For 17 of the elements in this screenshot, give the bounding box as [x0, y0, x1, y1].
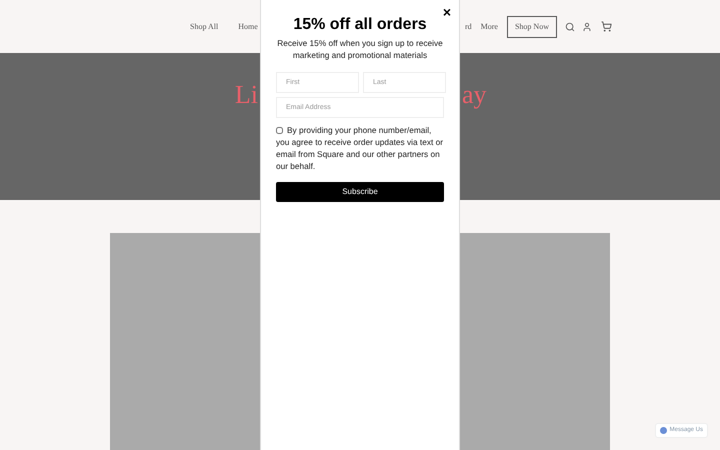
popup-description: Receive 15% off when you sign up to receive marketing and promotional materials: [276, 37, 444, 61]
close-button[interactable]: ×: [442, 5, 451, 19]
consent-text: By providing your phone number/email, you agree to receive order updates via text or email from Square and our other partners on our behalf.: [276, 124, 444, 172]
hero-title: Li: [234, 79, 258, 111]
subscribe-button[interactable]: Subscribe: [276, 182, 444, 202]
nav-link[interactable]: rd: [464, 20, 472, 32]
popup-title: 15% off all orders: [292, 15, 428, 35]
cart-icon[interactable]: [601, 21, 612, 32]
nav-link[interactable]: Shop All: [190, 20, 218, 32]
shop-now-button[interactable]: Shop Now: [506, 16, 557, 38]
consent-checkbox[interactable]: [276, 127, 283, 134]
nav-link[interactable]: Home: [238, 20, 258, 32]
account-icon[interactable]: [582, 22, 592, 32]
chat-icon: [660, 427, 667, 434]
hero-title: ay: [462, 79, 487, 111]
nav-link[interactable]: More: [480, 20, 498, 32]
search-icon[interactable]: [565, 22, 575, 32]
